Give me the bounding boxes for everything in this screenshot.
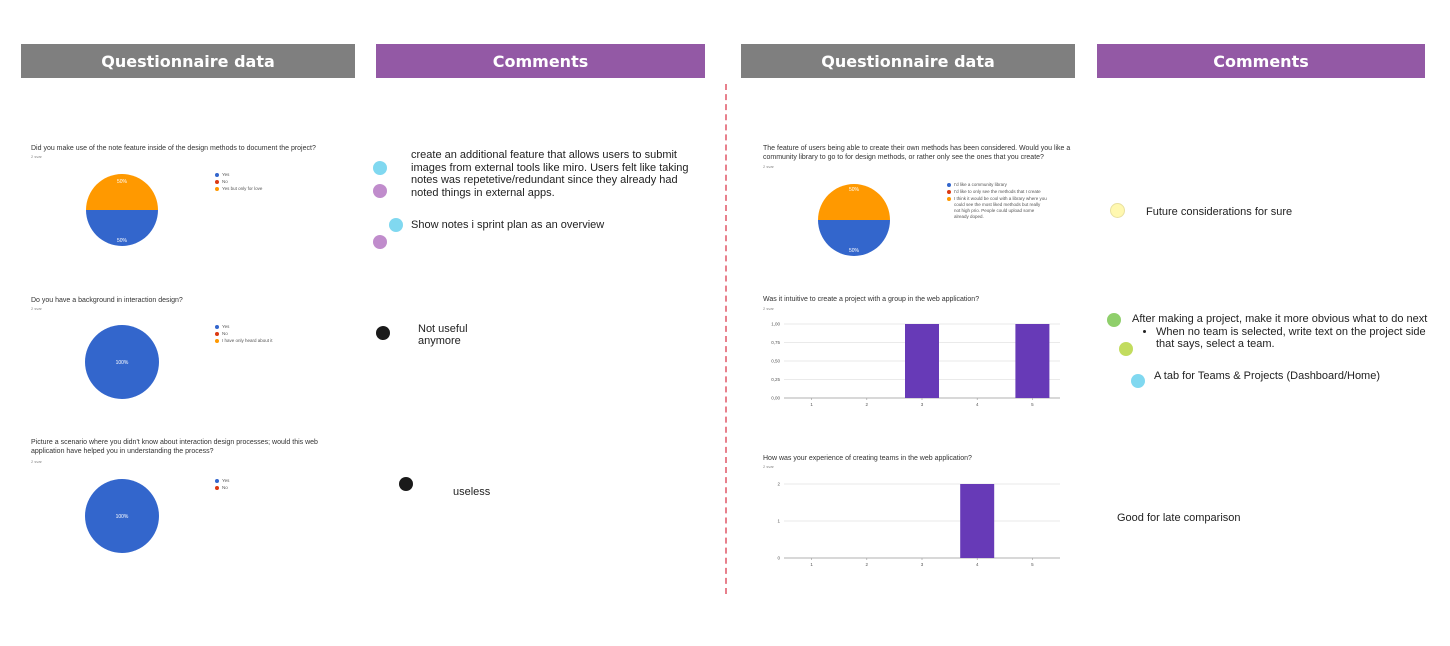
question-title-line1: Picture a scenario where you didn't know… — [31, 439, 318, 446]
pie-chart: 100% — [85, 479, 159, 553]
response-count: 2 svar — [31, 154, 42, 159]
legend-item: Yes but only for love — [215, 186, 262, 192]
slice-label: 50% — [117, 179, 128, 185]
pie-chart: 100% — [85, 325, 159, 399]
legend-item: No — [215, 179, 262, 185]
chart-legend: I'd like a community library I'd like to… — [947, 182, 1047, 221]
comments-header-left: Comments — [376, 44, 705, 78]
comment-text[interactable]: Show notes i sprint plan as an overview — [411, 219, 604, 232]
comment-bullets: When no team is selected, write text on … — [1132, 326, 1442, 351]
y-tick-label: 0 — [777, 556, 780, 561]
comment-text[interactable]: After making a project, make it more obv… — [1132, 313, 1442, 351]
x-tick-label: 5 — [1031, 402, 1034, 407]
legend-item: Yes — [215, 172, 262, 178]
x-tick-label: 5 — [1031, 562, 1034, 567]
y-tick-label: 0,75 — [771, 340, 780, 345]
questionnaire-header-right: Questionnaire data — [741, 44, 1075, 78]
response-count: 2 svar — [31, 306, 42, 311]
bar-chart: 0 1 2 1 2 3 4 5 — [777, 482, 1060, 567]
question-title-line1: The feature of users being able to creat… — [763, 145, 1071, 152]
question-title: Was it intuitive to create a project wit… — [763, 296, 980, 303]
x-tick-label: 3 — [921, 402, 924, 407]
chart-legend: Yes No — [215, 478, 229, 492]
y-tick-label: 0,25 — [771, 377, 780, 382]
chart-legend: Yes No Yes but only for love — [215, 172, 262, 193]
x-tick-label: 2 — [866, 562, 869, 567]
legend-item: Yes — [215, 324, 273, 330]
response-count: 2 svar — [31, 459, 42, 464]
legend-item: No — [215, 331, 273, 337]
y-tick-label: 2 — [777, 482, 780, 487]
x-tick-label: 4 — [976, 562, 979, 567]
question-title-line2: application have helped you in understan… — [31, 448, 214, 455]
question-title: Do you have a background in interaction … — [31, 297, 183, 304]
pie-chart: 50% 50% — [86, 174, 158, 246]
x-tick-label: 1 — [810, 402, 813, 407]
comment-text[interactable]: useless — [453, 486, 490, 499]
comment-text[interactable]: Good for late comparison — [1117, 512, 1241, 525]
y-tick-label: 1,00 — [771, 322, 780, 327]
bar — [960, 484, 995, 558]
x-tick-label: 3 — [921, 562, 924, 567]
bar — [1015, 324, 1050, 398]
sticker-dot-blue[interactable] — [389, 218, 403, 232]
x-tick-label: 1 — [810, 562, 813, 567]
comment-text[interactable]: A tab for Teams & Projects (Dashboard/Ho… — [1154, 370, 1380, 383]
comment-text[interactable]: create an additional feature that allows… — [411, 149, 701, 199]
comment-bullet: When no team is selected, write text on … — [1156, 326, 1442, 351]
x-tick-label: 4 — [976, 402, 979, 407]
sticker-dot-black[interactable] — [376, 326, 390, 340]
slice-label: 100% — [116, 514, 129, 520]
legend-item: I'd like a community library — [947, 182, 1047, 188]
question-title: How was your experience of creating team… — [763, 455, 972, 462]
legend-item: I have only heard about it — [215, 338, 273, 344]
response-count: 2 svar — [763, 306, 774, 311]
sticker-dot-blue[interactable] — [373, 161, 387, 175]
y-tick-label: 1 — [777, 519, 780, 524]
x-tick-label: 2 — [866, 402, 869, 407]
slice-label: 50% — [849, 248, 860, 254]
comment-main: After making a project, make it more obv… — [1132, 313, 1428, 325]
comment-text-line2[interactable]: anymore — [418, 335, 461, 348]
questionnaire-header-left: Questionnaire data — [21, 44, 355, 78]
section-divider — [725, 84, 727, 594]
comment-text[interactable]: Future considerations for sure — [1146, 206, 1292, 219]
sticker-dot-lime[interactable] — [1119, 342, 1133, 356]
comments-header-right: Comments — [1097, 44, 1425, 78]
legend-item: I think it would be cool with a library … — [947, 196, 1047, 220]
sticker-dot-blue[interactable] — [1131, 374, 1145, 388]
legend-item: Yes — [215, 478, 229, 484]
question-title-line2: community library to go to for design me… — [763, 154, 1044, 161]
pie-chart: 50% 50% — [818, 184, 890, 256]
bar-chart: 0,00 0,25 0,50 0,75 1,00 1 2 3 4 5 — [771, 322, 1060, 407]
slice-label: 50% — [117, 238, 128, 244]
y-tick-label: 0,50 — [771, 359, 780, 364]
question-title: Did you make use of the note feature ins… — [31, 145, 316, 152]
sticker-dot-purple[interactable] — [373, 235, 387, 249]
legend-item: No — [215, 485, 229, 491]
sticker-dot-black[interactable] — [399, 477, 413, 491]
chart-legend: Yes No I have only heard about it — [215, 324, 273, 345]
y-tick-label: 0,00 — [771, 396, 780, 401]
bar — [905, 324, 939, 398]
slice-label: 50% — [849, 187, 860, 193]
sticker-dot-purple[interactable] — [373, 184, 387, 198]
slice-label: 100% — [116, 360, 129, 366]
response-count: 2 svar — [763, 464, 774, 469]
comment-text-line1[interactable]: Not useful — [418, 323, 468, 336]
sticker-dot-green[interactable] — [1107, 313, 1121, 327]
response-count: 2 svar — [763, 164, 774, 169]
sticker-dot-yellow[interactable] — [1110, 203, 1125, 218]
legend-item: I'd like to only see the methods that I … — [947, 189, 1047, 195]
